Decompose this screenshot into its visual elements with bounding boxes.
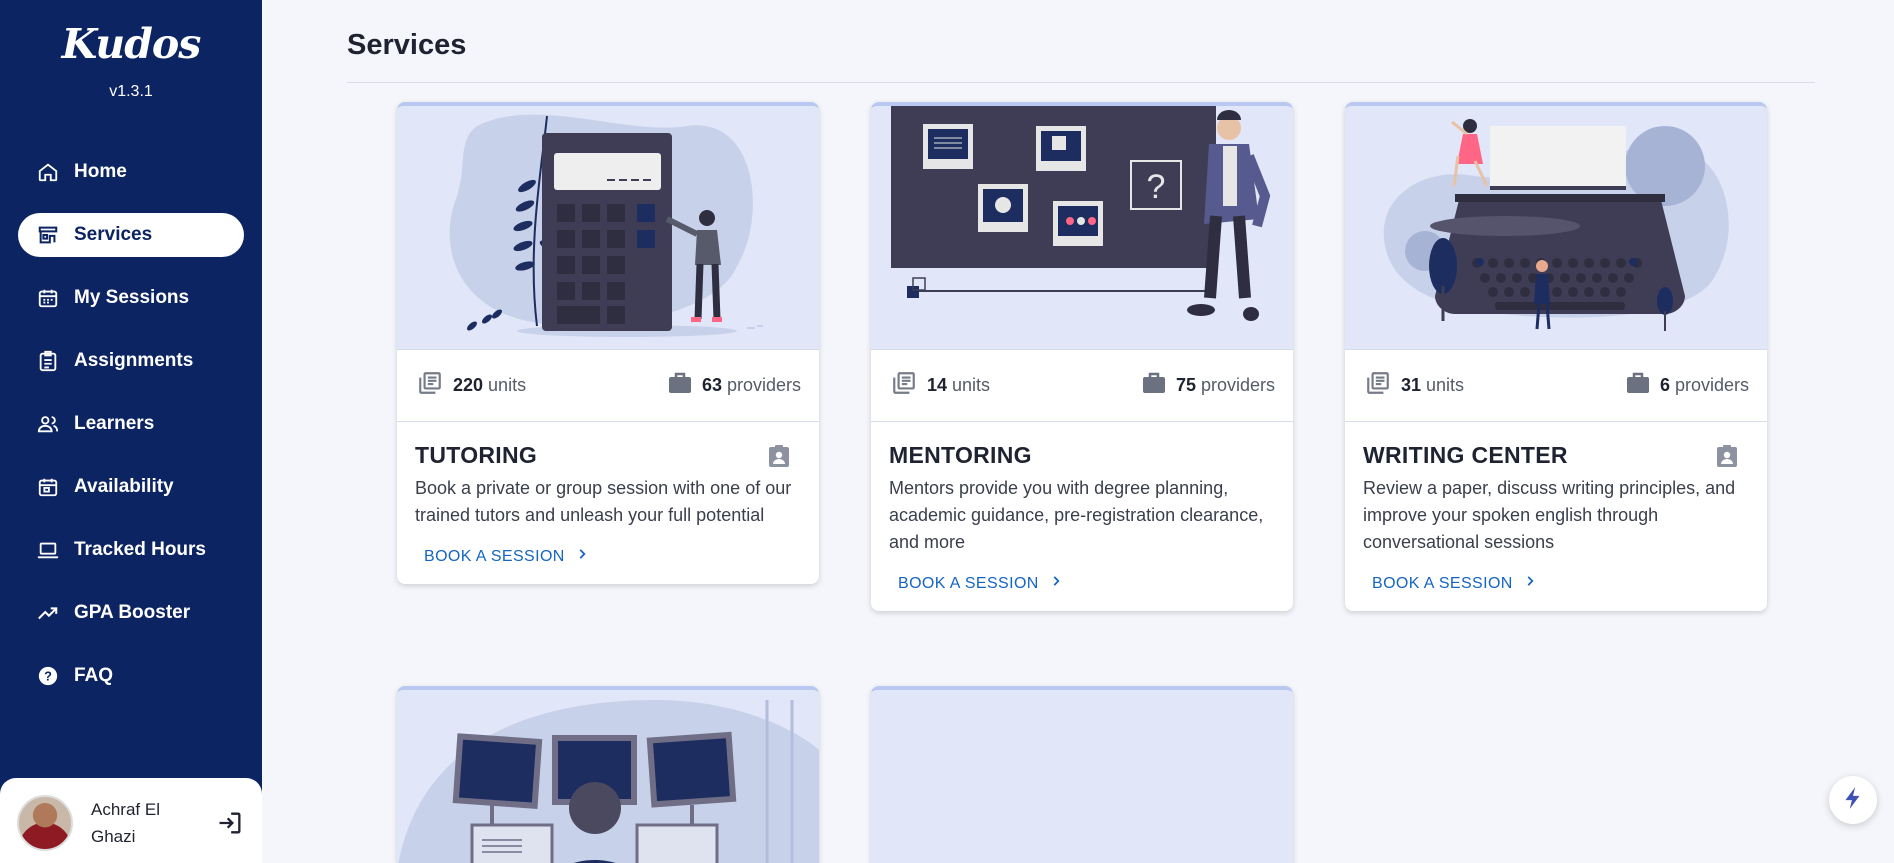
sidebar-item-availability[interactable]: Availability <box>18 465 244 509</box>
providers-label: providers <box>726 375 801 395</box>
lightning-icon <box>1840 785 1866 816</box>
page-title: Services <box>347 29 467 61</box>
units-stat: 31 units <box>1365 370 1464 401</box>
providers-count: 75 <box>1175 375 1196 395</box>
service-title: TUTORING <box>415 442 538 468</box>
app-version: v1.3.1 <box>109 83 153 100</box>
book-session-label: BOOK A SESSION <box>424 547 565 565</box>
book-session-button[interactable]: BOOK A SESSION <box>424 547 589 566</box>
book-session-button[interactable]: BOOK A SESSION <box>898 574 1063 593</box>
service-card-partial <box>871 686 1293 863</box>
svg-text:?: ? <box>1147 168 1166 206</box>
service-title: WRITING CENTER <box>1363 442 1568 468</box>
sidebar-item-home[interactable]: Home <box>18 150 244 194</box>
assignment-ind-icon <box>767 444 791 473</box>
providers-stat: 75 providers <box>1142 372 1275 399</box>
providers-count: 63 <box>701 375 722 395</box>
sidebar-item-label: Tracked Hours <box>74 539 206 560</box>
providers-label: providers <box>1200 375 1275 395</box>
service-stats: 14 units 75 providers <box>871 349 1293 422</box>
user-card: Achraf El Ghazi <box>0 778 262 863</box>
sidebar-item-label: My Sessions <box>74 287 190 308</box>
service-stats: 220 units 63 providers <box>397 349 819 422</box>
service-card-writing-center: 31 units 6 providers WRITING CENTER Revi… <box>1345 102 1767 611</box>
sidebar-item-tracked-hours[interactable]: Tracked Hours <box>18 528 244 572</box>
sidebar-item-learners[interactable]: Learners <box>18 402 244 446</box>
service-body: WRITING CENTER Review a paper, discuss w… <box>1345 422 1767 611</box>
calendar-check-icon <box>36 475 60 499</box>
units-count: 14 <box>927 375 948 395</box>
library-books-icon <box>417 370 453 401</box>
sidebar-item-label: FAQ <box>74 665 114 686</box>
book-session-label: BOOK A SESSION <box>1372 574 1513 592</box>
briefcase-icon <box>668 372 702 399</box>
service-illustration: ? <box>871 106 1293 349</box>
chevron-right-icon <box>1039 574 1063 593</box>
service-card-partial <box>397 686 819 863</box>
sidebar-item-label: Services <box>74 224 153 245</box>
logout-icon[interactable] <box>216 809 244 837</box>
sidebar-item-my-sessions[interactable]: My Sessions <box>18 276 244 320</box>
store-icon <box>36 223 60 247</box>
units-label: units <box>952 375 991 395</box>
service-description: Review a paper, discuss writing principl… <box>1363 478 1736 552</box>
units-stat: 220 units <box>417 370 526 401</box>
providers-stat: 63 providers <box>668 372 801 399</box>
sidebar-item-label: Home <box>74 161 127 182</box>
library-books-icon <box>891 370 927 401</box>
book-session-label: BOOK A SESSION <box>898 574 1039 592</box>
sidebar-item-services[interactable]: Services <box>18 213 244 257</box>
sidebar-nav: Home Services My Sessions Assignments Le… <box>18 150 244 717</box>
title-divider <box>347 82 1815 83</box>
quick-action-button[interactable] <box>1829 776 1877 824</box>
service-illustration <box>1345 106 1767 349</box>
units-label: units <box>488 375 527 395</box>
briefcase-icon <box>1142 372 1176 399</box>
user-name: Achraf El Ghazi <box>91 800 160 846</box>
help-circle-icon: ? <box>36 664 60 688</box>
service-description: Mentors provide you with degree planning… <box>889 478 1264 552</box>
assignment-ind-icon <box>1715 444 1739 473</box>
sidebar-item-assignments[interactable]: Assignments <box>18 339 244 383</box>
sidebar-item-label: GPA Booster <box>74 602 191 623</box>
service-card-mentoring: ? 14 units 75 providers MENTORING Mentor <box>871 102 1293 611</box>
avatar[interactable] <box>17 795 73 851</box>
units-stat: 14 units <box>891 370 990 401</box>
service-card-tutoring: 220 units 63 providers TUTORING Book a p… <box>397 102 819 584</box>
sidebar-item-gpa-booster[interactable]: GPA Booster <box>18 591 244 635</box>
sidebar-item-label: Availability <box>74 476 174 497</box>
chevron-right-icon <box>1513 574 1537 593</box>
clipboard-icon <box>36 349 60 373</box>
sidebar-item-label: Learners <box>74 413 155 434</box>
home-icon <box>36 160 60 184</box>
briefcase-icon <box>1626 372 1660 399</box>
providers-stat: 6 providers <box>1626 372 1749 399</box>
svg-text:?: ? <box>44 669 52 684</box>
providers-count: 6 <box>1659 375 1670 395</box>
units-label: units <box>1426 375 1465 395</box>
units-count: 220 <box>453 375 484 395</box>
sidebar: Kudos v1.3.1 Home Services My Sessions A… <box>0 0 262 863</box>
service-illustration <box>397 106 819 349</box>
calendar-icon <box>36 286 60 310</box>
chevron-right-icon <box>565 547 589 566</box>
service-illustration <box>871 690 1293 863</box>
book-session-button[interactable]: BOOK A SESSION <box>1372 574 1537 593</box>
service-body: TUTORING Book a private or group session… <box>397 422 819 584</box>
providers-label: providers <box>1674 375 1749 395</box>
units-count: 31 <box>1401 375 1422 395</box>
sidebar-item-label: Assignments <box>74 350 194 371</box>
service-description: Book a private or group session with one… <box>415 478 792 525</box>
service-illustration <box>397 690 819 863</box>
library-books-icon <box>1365 370 1401 401</box>
service-title: MENTORING <box>889 442 1032 468</box>
laptop-icon <box>36 538 60 562</box>
service-stats: 31 units 6 providers <box>1345 349 1767 422</box>
people-icon <box>36 412 60 436</box>
sidebar-item-faq[interactable]: ? FAQ <box>18 654 244 698</box>
app-logo[interactable]: Kudos <box>0 20 262 68</box>
service-body: MENTORING Mentors provide you with degre… <box>871 422 1293 611</box>
trending-up-icon <box>36 601 60 625</box>
